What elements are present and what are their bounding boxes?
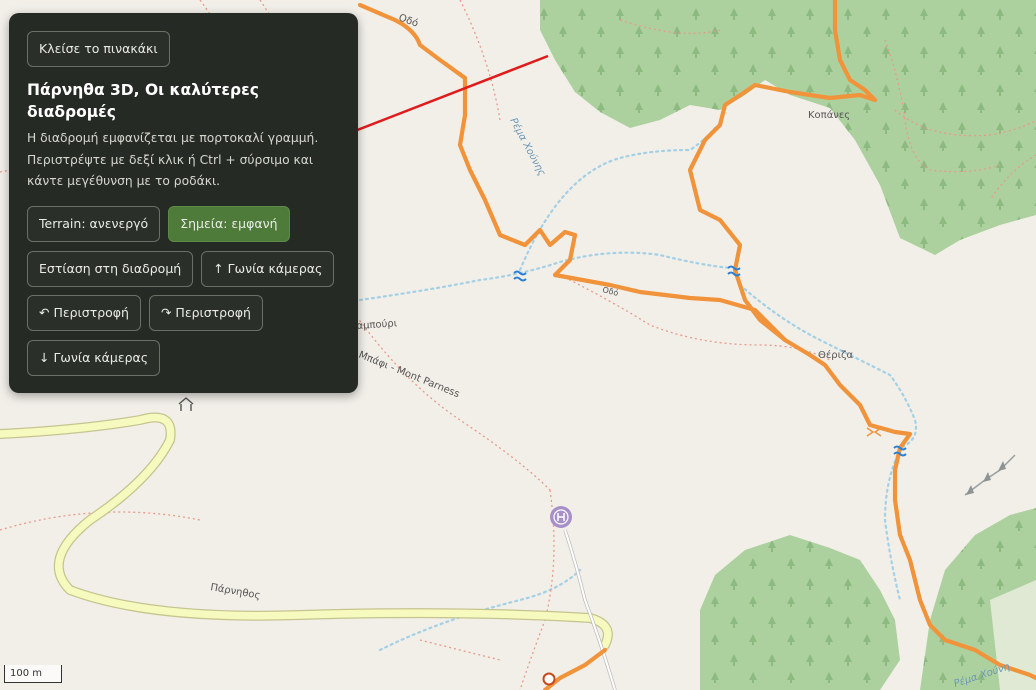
button-row-4: ↓ Γωνία κάμερας	[27, 340, 161, 376]
terrain-toggle-button[interactable]: Terrain: ανενεργό	[27, 206, 161, 242]
scale-bar: 100 m	[4, 665, 62, 683]
label-kopanes: Κοπάνες	[808, 109, 850, 121]
points-toggle-button[interactable]: Σημεία: εμφανή	[168, 206, 290, 242]
label-theriza: Θέριζα	[818, 349, 853, 361]
button-row-3: ↶ Περιστροφή ↷ Περιστροφή	[27, 295, 263, 331]
button-row-1: Terrain: ανενεργό Σημεία: εμφανή	[27, 206, 290, 242]
camera-angle-up-button[interactable]: ↑ Γωνία κάμερας	[201, 251, 335, 287]
info-panel: Κλείσε το πινακάκι Πάρνηθα 3D, Οι καλύτε…	[9, 13, 358, 393]
button-row-2: Εστίαση στη διαδρομή ↑ Γωνία κάμερας	[27, 251, 335, 287]
camera-angle-down-button[interactable]: ↓ Γωνία κάμερας	[27, 340, 161, 376]
panel-description: Η διαδρομή εμφανίζεται με πορτοκαλί γραμ…	[27, 131, 319, 188]
hotel-icon[interactable]	[550, 506, 572, 528]
focus-route-button[interactable]: Εστίαση στη διαδρομή	[27, 251, 194, 287]
panel-title: Πάρνηθα 3D, Οι καλύτερες διαδρομές	[27, 81, 259, 121]
close-panel-button[interactable]: Κλείσε το πινακάκι	[27, 31, 170, 67]
route-start-marker[interactable]	[542, 672, 556, 686]
rotate-left-button[interactable]: ↶ Περιστροφή	[27, 295, 141, 331]
rotate-right-button[interactable]: ↷ Περιστροφή	[148, 295, 263, 331]
